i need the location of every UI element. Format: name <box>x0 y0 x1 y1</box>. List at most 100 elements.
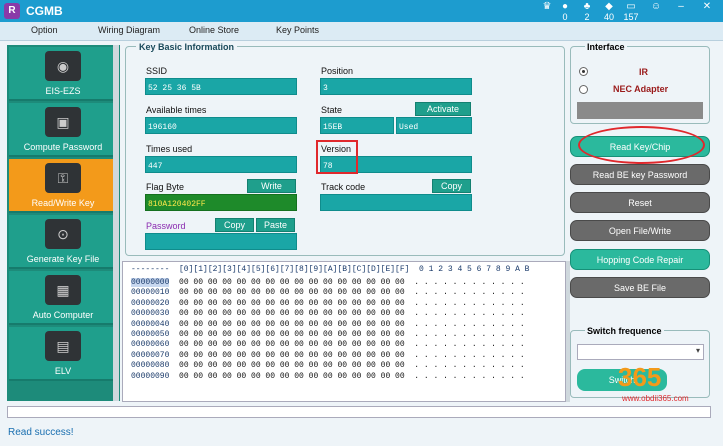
watermark-url: www.obdii365.com <box>622 394 689 403</box>
hex-editor[interactable]: -------- [0][1][2][3][4][5][6][7][8][9][… <box>122 261 566 402</box>
hex-bytes: 00 00 00 00 00 00 00 00 00 00 00 00 00 0… <box>179 340 405 350</box>
state-field[interactable]: 15EB <box>320 117 394 134</box>
menu-wiring-diagram[interactable]: Wiring Diagram <box>98 25 160 35</box>
diamond-icon[interactable]: ◆ 40 <box>598 1 620 22</box>
hex-ascii: . . . . . . . . . . . . <box>414 298 525 308</box>
hex-ascii: . . . . . . . . . . . . <box>414 371 525 381</box>
watermark-logo: 365 <box>618 362 662 392</box>
hex-ascii: . . . . . . . . . . . . <box>414 350 525 360</box>
sidebar-item-eis-ezs[interactable]: ◉ EIS-EZS <box>9 47 117 101</box>
app-logo: R <box>4 3 20 19</box>
hex-row: 00000040 00 00 00 00 00 00 00 00 00 00 0… <box>131 320 525 329</box>
hopping-code-repair-button[interactable]: Hopping Code Repair <box>570 249 710 270</box>
sidebar-scrollbar[interactable] <box>113 45 119 401</box>
hex-bytes: 00 00 00 00 00 00 00 00 00 00 00 00 00 0… <box>179 288 405 298</box>
nec-radio[interactable] <box>579 85 588 94</box>
close-icon-glyph: ✕ <box>702 1 712 12</box>
hex-address: 00000040 <box>131 319 170 329</box>
ir-radio[interactable] <box>579 67 588 76</box>
read-key-highlight-ellipse <box>578 126 705 164</box>
times-used-field[interactable]: 447 <box>145 156 297 173</box>
sidebar-item-label: Generate Key File <box>26 254 100 264</box>
hex-address: 00000000 <box>131 278 170 287</box>
position-field[interactable]: 3 <box>320 78 472 95</box>
hex-address: 00000030 <box>131 309 170 319</box>
diamond-icon-count: 40 <box>603 12 614 22</box>
menu-option[interactable]: Option <box>31 25 58 35</box>
password-field[interactable] <box>145 233 297 250</box>
hex-address: 00000090 <box>131 371 170 381</box>
sidebar-item-label: Read/Write Key <box>31 198 95 208</box>
reset-button[interactable]: Reset <box>570 192 710 213</box>
hex-row: 00000010 00 00 00 00 00 00 00 00 00 00 0… <box>131 288 525 297</box>
minimize-icon[interactable]: – <box>670 1 692 12</box>
write-button[interactable]: Write <box>247 179 296 193</box>
interface-legend: Interface <box>585 42 627 52</box>
hex-header: -------- [0][1][2][3][4][5][6][7][8][9][… <box>131 265 530 274</box>
ir-label: IR <box>639 67 648 77</box>
title-bar: R CGMB ♛ ● 0 ♣ 2 ◆ 40 ▭ 157 ☺ – ✕ <box>0 0 723 22</box>
sidebar: ◉ EIS-EZS ▣ Compute Password ⚿ Read/Write Key… <box>7 45 120 401</box>
activate-button[interactable]: Activate <box>415 102 471 116</box>
hex-address: 00000080 <box>131 361 170 371</box>
hex-row: 00000060 00 00 00 00 00 00 00 00 00 00 0… <box>131 340 525 349</box>
leaf-icon-glyph: ♣ <box>583 1 591 12</box>
hex-row: 00000080 00 00 00 00 00 00 00 00 00 00 0… <box>131 361 525 370</box>
available-times-field[interactable]: 196160 <box>145 117 297 134</box>
monitor-icon: ▣ <box>45 107 81 137</box>
hex-bytes: 00 00 00 00 00 00 00 00 00 00 00 00 00 0… <box>179 319 405 329</box>
hex-ascii: . . . . . . . . . . . . <box>414 288 525 298</box>
hex-row: 00000070 00 00 00 00 00 00 00 00 00 00 0… <box>131 351 525 360</box>
version-highlight-box <box>316 140 358 174</box>
coin-icon-glyph: ● <box>561 1 569 12</box>
hex-bytes: 00 00 00 00 00 00 00 00 00 00 00 00 00 0… <box>179 330 405 339</box>
paste-button[interactable]: Paste <box>256 218 295 232</box>
hex-ascii: . . . . . . . . . . . . <box>414 361 525 371</box>
hex-address: 00000020 <box>131 298 170 308</box>
save-be-file-button[interactable]: Save BE File <box>570 277 710 298</box>
coin-icon[interactable]: ● 0 <box>554 1 576 22</box>
state-used-field[interactable]: Used <box>396 117 472 134</box>
interface-status-box <box>577 102 703 119</box>
diamond-icon-glyph: ◆ <box>605 1 613 12</box>
minimize-icon-glyph: – <box>678 1 684 12</box>
open-file-write-button[interactable]: Open File/Write <box>570 220 710 241</box>
app-title: CGMB <box>26 4 63 18</box>
close-icon[interactable]: ✕ <box>696 1 718 12</box>
ignition-icon: ◉ <box>45 51 81 81</box>
coin-icon-count: 0 <box>562 12 568 22</box>
card-icon[interactable]: ▭ 157 <box>620 1 642 22</box>
sidebar-item-label: ELV <box>54 366 72 376</box>
ssid-field[interactable]: 52 25 36 5B <box>145 78 297 95</box>
leaf-icon-count: 2 <box>584 12 590 22</box>
sidebar-item-compute-password[interactable]: ▣ Compute Password <box>9 103 117 157</box>
read-be-password-button[interactable]: Read BE key Password <box>570 164 710 185</box>
track-code-field[interactable] <box>320 194 472 211</box>
hex-row: 00000000 00 00 00 00 00 00 00 00 00 00 0… <box>131 278 525 287</box>
menu-key-points[interactable]: Key Points <box>276 25 319 35</box>
hex-row: 00000030 00 00 00 00 00 00 00 00 00 00 0… <box>131 309 525 318</box>
user-icon[interactable]: ☺ <box>645 1 667 12</box>
hex-ascii: . . . . . . . . . . . . <box>414 340 525 350</box>
menu-online-store[interactable]: Online Store <box>189 25 239 35</box>
leaf-icon[interactable]: ♣ 2 <box>576 1 598 22</box>
sidebar-item-auto-computer[interactable]: ▦ Auto Computer <box>9 271 117 325</box>
menu-bar: Option Wiring Diagram Online Store Key P… <box>0 22 723 41</box>
track-copy-button[interactable]: Copy <box>432 179 471 193</box>
flag-byte-field[interactable]: 810A120402FF <box>145 194 297 211</box>
card-icon-glyph: ▭ <box>626 1 636 12</box>
user-icon-glyph: ☺ <box>650 1 662 12</box>
sidebar-item-label: Compute Password <box>23 142 103 152</box>
hex-ascii: . . . . . . . . . . . . <box>414 278 525 287</box>
sidebar-item-elv[interactable]: ▤ ELV <box>9 327 117 381</box>
password-copy-button[interactable]: Copy <box>215 218 254 232</box>
sidebar-item-generate-key-file[interactable]: ⊙ Generate Key File <box>9 215 117 269</box>
status-text: Read success! <box>8 427 74 438</box>
frequency-select[interactable]: ▾ <box>577 344 704 360</box>
nec-label: NEC Adapter <box>613 84 669 94</box>
sidebar-item-read-write-key[interactable]: ⚿ Read/Write Key <box>9 159 117 213</box>
key-info-legend: Key Basic Information <box>136 42 238 52</box>
available-times-label: Available times <box>146 105 207 115</box>
times-used-label: Times used <box>146 144 193 154</box>
sidebar-item-label: Auto Computer <box>32 310 94 320</box>
